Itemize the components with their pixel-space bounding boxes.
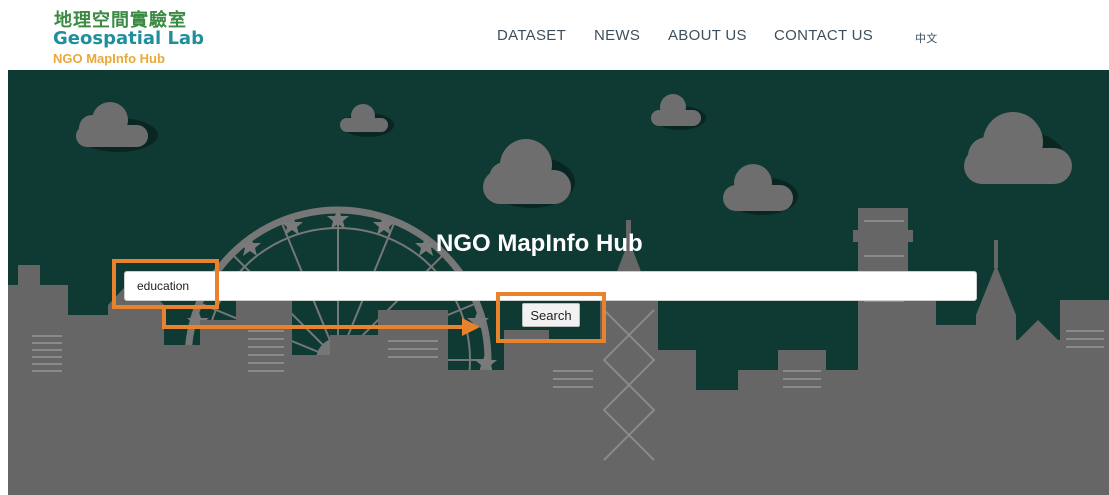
nav-news[interactable]: NEWS xyxy=(594,27,640,44)
nav-language-toggle[interactable]: 中文 xyxy=(915,30,938,46)
hero-title: NGO MapInfo Hub xyxy=(436,230,643,257)
site-header: 地理空間實驗室 Geospatial Lab NGO MapInfo Hub D… xyxy=(0,0,1109,70)
input-highlight-box xyxy=(112,259,219,309)
nav-dataset[interactable]: DATASET xyxy=(497,27,566,44)
cloud xyxy=(483,139,571,204)
cloud-shadows xyxy=(78,106,1064,215)
nav-about-us[interactable]: ABOUT US xyxy=(668,27,747,44)
site-logo[interactable]: 地理空間實驗室 Geospatial Lab NGO MapInfo Hub xyxy=(53,6,213,68)
nav-contact-us[interactable]: CONTACT US xyxy=(774,27,873,44)
cloud xyxy=(340,104,388,132)
logo-english-text: Geospatial Lab xyxy=(53,28,204,49)
button-highlight-box xyxy=(496,292,606,343)
logo-subtitle: NGO MapInfo Hub xyxy=(53,51,165,66)
cloud xyxy=(723,164,793,211)
cloud-shapes xyxy=(76,94,1072,211)
